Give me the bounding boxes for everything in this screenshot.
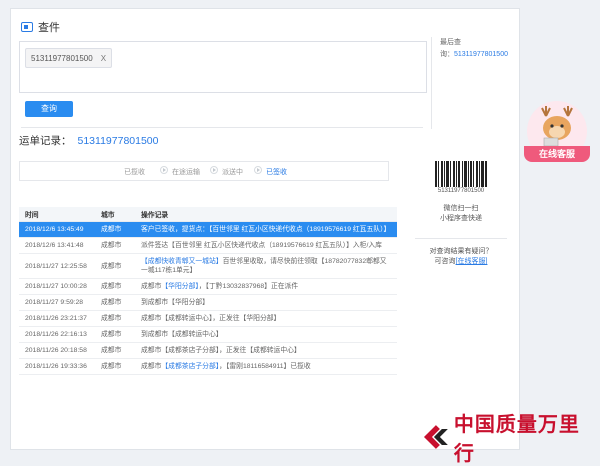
- waybill-title: 运单记录： 51311977801500: [19, 133, 158, 148]
- row-record: 成都市【成都茶店子分部】，正发往【成都转运中心】: [135, 342, 397, 359]
- row-record-link[interactable]: 【成都茶店子分部】: [161, 363, 219, 370]
- step-arrow-icon: [254, 166, 262, 174]
- scan-line-2: 小程序查快递: [440, 215, 482, 222]
- row-record-post: ，【丁黔13032837968】正在派件: [198, 283, 299, 290]
- row-record-pre: 成都市: [141, 283, 162, 290]
- package-icon: [21, 22, 33, 32]
- watermark-text: 中国质量万里行: [453, 412, 580, 465]
- table-row[interactable]: 2018/11/26 19:33:36 成都市 成都市【成都茶店子分部】，【雷刚…: [19, 358, 397, 375]
- row-time: 2018/11/26 22:16:13: [19, 326, 95, 343]
- table-row[interactable]: 2018/11/26 20:18:58 成都市 成都市【成都茶店子分部】，正发往…: [19, 342, 397, 359]
- row-record: 客户已签收，提货点：【百世邻里 红瓦小区快递代收点（18919576619 红瓦…: [135, 221, 397, 238]
- row-time: 2018/11/26 20:18:58: [19, 342, 95, 359]
- waybill-label: 运单记录：: [19, 135, 72, 147]
- row-record: 到成都市【华阳分部】: [135, 294, 397, 311]
- question-prefix: 可咨询: [434, 258, 456, 265]
- step-in-transit: 在途运输: [172, 169, 200, 176]
- row-city: 成都市: [95, 310, 135, 327]
- table-row[interactable]: 2018/12/6 13:45:49 成都市 客户已签收，提货点：【百世邻里 红…: [19, 221, 397, 238]
- row-record: 【成都快收青郫又一城站】百世邻里收取，请尽快前往领取【18782077832郫都…: [135, 253, 397, 279]
- row-city: 成都市: [95, 253, 135, 279]
- row-time: 2018/11/26 19:33:36: [19, 358, 95, 375]
- row-time: 2018/11/27 12:25:58: [19, 253, 95, 279]
- row-record: 成都市【华阳分部】，【丁黔13032837968】正在派件: [135, 278, 397, 295]
- tracking-record-table: 时间 城市 操作记录 2018/12/6 13:45:49 成都市 客户已签收，…: [19, 207, 397, 375]
- step-delivering: 派送中: [222, 169, 243, 176]
- row-record: 成都市【成都转运中心】，正发往【华阳分部】: [135, 310, 397, 327]
- tracking-panel: 查件 51311977801500 X 查询 最后查 询：51311977801…: [10, 8, 520, 450]
- row-record: 派件签达【百世邻里 红瓦小区快递代收点（18919576619 红瓦五队）】入柜…: [135, 237, 397, 254]
- table-row[interactable]: 2018/11/27 10:00:28 成都市 成都市【华阳分部】，【丁黔130…: [19, 278, 397, 295]
- row-record-pre: 成都市: [141, 363, 162, 370]
- header-record: 操作记录: [135, 207, 397, 222]
- recent-number-link[interactable]: 51311977801500: [454, 51, 508, 58]
- row-time: 2018/11/27 9:59:28: [19, 294, 95, 311]
- step-picked-up: 已揽收: [124, 169, 145, 176]
- row-time: 2018/12/6 13:41:48: [19, 237, 95, 254]
- step-signed: 已签收: [266, 169, 287, 176]
- step-arrow-icon: [210, 166, 218, 174]
- tracking-number-tag: 51311977801500 X: [25, 48, 113, 68]
- table-header-row: 时间 城市 操作记录: [19, 207, 397, 222]
- scan-line-1: 微信扫一扫: [443, 205, 479, 212]
- barcode-number: 51311977801500: [437, 188, 485, 194]
- online-service-link[interactable]: [在线客服]: [456, 258, 488, 265]
- row-record-post: ，【雷刚18116584911】已揽收: [219, 363, 311, 370]
- question-text: 对查询结果有疑问？: [429, 248, 493, 255]
- row-city: 成都市: [95, 326, 135, 343]
- page-title: 查件: [38, 22, 60, 34]
- progress-steps: 已揽收 在途运输 派送中 已签收: [19, 161, 389, 181]
- recent-label: 最后查: [440, 39, 461, 46]
- header-time: 时间: [19, 207, 95, 222]
- tag-value: 51311977801500: [31, 53, 93, 63]
- row-record: 到成都市【成都转运中心】: [135, 326, 397, 343]
- page-header: 查件: [21, 19, 60, 35]
- row-city: 成都市: [95, 294, 135, 311]
- question-box: 对查询结果有疑问？ 可咨询[在线客服]: [415, 238, 507, 267]
- barcode-icon: [435, 161, 487, 187]
- tag-close-icon[interactable]: X: [101, 54, 106, 63]
- online-service-badge[interactable]: 在线客服: [524, 146, 590, 162]
- row-city: 成都市: [95, 358, 135, 375]
- query-button[interactable]: 查询: [25, 101, 73, 117]
- row-record-link[interactable]: 【华阳分部】: [161, 283, 198, 290]
- waybill-number: 51311977801500: [77, 135, 159, 147]
- table-row[interactable]: 2018/11/27 12:25:58 成都市 【成都快收青郫又一城站】百世邻里…: [19, 253, 397, 279]
- recent-query: 最后查 询：51311977801500: [431, 37, 519, 129]
- table-row[interactable]: 2018/11/26 22:16:13 成都市 到成都市【成都转运中心】: [19, 326, 397, 343]
- row-time: 2018/11/26 23:21:37: [19, 310, 95, 327]
- step-arrow-icon: [160, 166, 168, 174]
- row-record-link[interactable]: 【成都快收青郫又一城站】: [141, 258, 223, 265]
- brand-logo-icon: [423, 425, 448, 449]
- row-city: 成都市: [95, 278, 135, 295]
- row-record: 成都市【成都茶店子分部】，【雷刚18116584911】已揽收: [135, 358, 397, 375]
- divider: [21, 127, 423, 128]
- table-row[interactable]: 2018/11/27 9:59:28 成都市 到成都市【华阳分部】: [19, 294, 397, 311]
- table-row[interactable]: 2018/11/26 23:21:37 成都市 成都市【成都转运中心】，正发往【…: [19, 310, 397, 327]
- row-city: 成都市: [95, 342, 135, 359]
- side-info: 51311977801500 微信扫一扫 小程序查快递 对查询结果有疑问？ 可咨…: [406, 161, 516, 267]
- watermark: 中国质量万里行: [422, 408, 600, 466]
- recent-label-2: 询：: [440, 51, 454, 58]
- row-time: 2018/12/6 13:45:49: [19, 221, 95, 238]
- header-city: 城市: [95, 207, 135, 222]
- row-city: 成都市: [95, 221, 135, 238]
- table-row[interactable]: 2018/12/6 13:41:48 成都市 派件签达【百世邻里 红瓦小区快递代…: [19, 237, 397, 254]
- row-time: 2018/11/27 10:00:28: [19, 278, 95, 295]
- tracking-number-input[interactable]: 51311977801500 X: [19, 41, 427, 93]
- row-city: 成都市: [95, 237, 135, 254]
